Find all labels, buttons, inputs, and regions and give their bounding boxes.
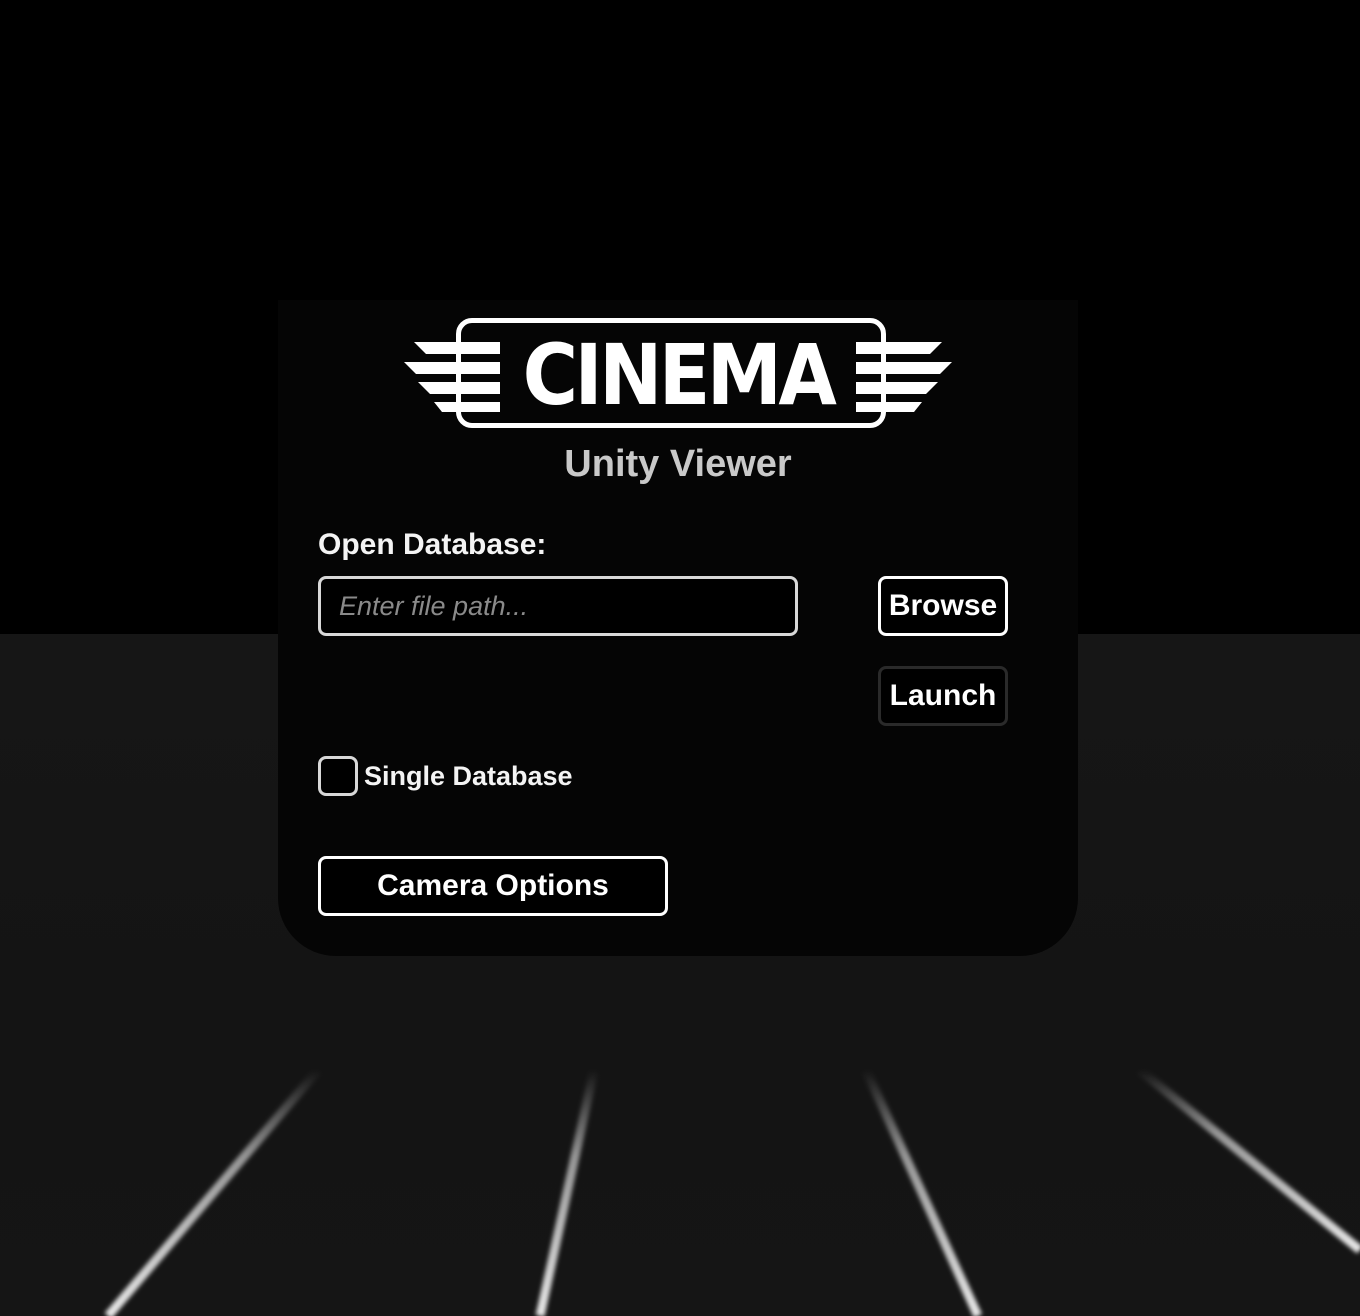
logo-text: CINEMA <box>522 326 837 424</box>
grid-line-3 <box>861 1068 983 1316</box>
launch-button[interactable]: Launch <box>878 666 1008 726</box>
cinema-logo: CINEMA <box>404 316 956 438</box>
file-path-input[interactable] <box>318 576 798 636</box>
camera-options-button[interactable]: Camera Options <box>318 856 668 916</box>
open-database-label: Open Database: <box>318 528 547 561</box>
single-database-label: Single Database <box>364 761 573 791</box>
grid-line-2 <box>535 1069 599 1316</box>
browse-button[interactable]: Browse <box>878 576 1008 636</box>
grid-line-4 <box>1137 1066 1360 1254</box>
app-subtitle: Unity Viewer <box>564 443 792 485</box>
viewer-scene: CINEMA Unity Viewer Open Database: Brows… <box>0 0 1360 1316</box>
grid-line-1 <box>104 1067 322 1316</box>
single-database-checkbox[interactable] <box>318 756 358 796</box>
